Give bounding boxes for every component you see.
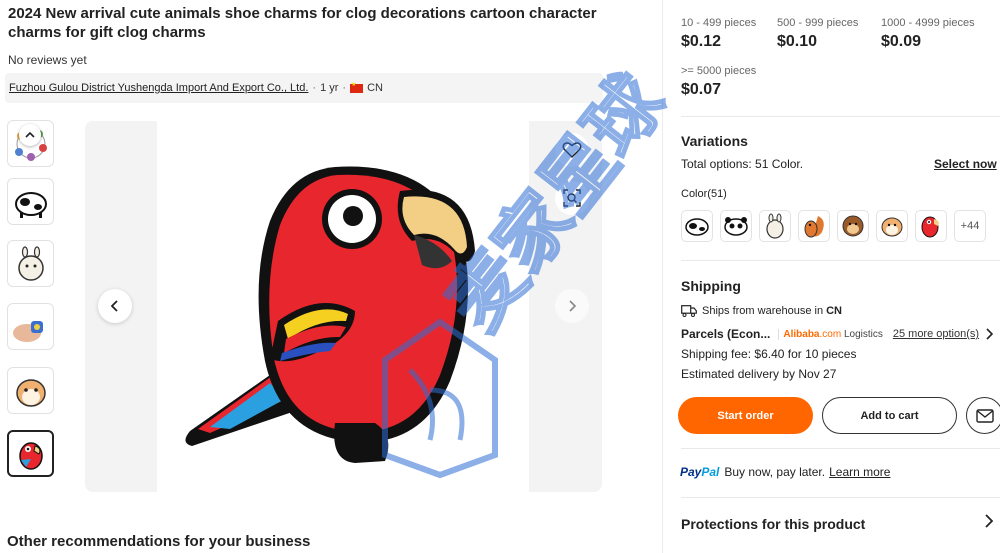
cow-charm-icon	[14, 191, 47, 218]
swatch-llama[interactable]	[759, 210, 791, 242]
separator: ·	[312, 82, 317, 94]
china-flag-icon	[350, 81, 364, 93]
truck-icon	[681, 305, 697, 317]
protections-expand-button[interactable]	[984, 514, 994, 533]
chevron-right-icon	[985, 514, 994, 528]
swatch-parrot[interactable]	[915, 210, 947, 242]
swatch-panda[interactable]	[720, 210, 752, 242]
supplier-years: 1 yr	[320, 82, 339, 94]
thumbnail-3[interactable]	[7, 240, 54, 287]
hamster-charm-icon	[15, 378, 46, 407]
parrot-charm-image	[185, 166, 475, 463]
shipping-heading: Shipping	[681, 278, 741, 294]
favorite-button[interactable]	[555, 133, 589, 167]
supplier-bar: Fuzhou Gulou District Yushengda Import A…	[5, 73, 603, 103]
chevron-up-icon	[25, 131, 35, 138]
swatch-more[interactable]: +44	[954, 210, 986, 242]
thumbnail-5[interactable]	[7, 367, 54, 414]
previous-image-button[interactable]	[98, 289, 132, 323]
thumbnail-scroll-up-button[interactable]	[19, 124, 41, 146]
recommendations-heading: Other recommendations for your business	[7, 533, 311, 550]
parrot-charm-icon	[18, 441, 43, 470]
swatch-squirrel[interactable]	[798, 210, 830, 242]
price-tier-4: >= 5000 pieces $0.07	[681, 65, 756, 99]
add-to-cart-button[interactable]: Add to cart	[822, 397, 957, 434]
swatch-cow[interactable]	[681, 210, 713, 242]
llama-charm-icon	[17, 245, 44, 281]
next-image-button[interactable]	[555, 289, 589, 323]
paypal-logo: PayPal	[680, 465, 720, 479]
ships-from-country: CN	[826, 305, 842, 317]
cow-icon	[685, 218, 709, 236]
panda-icon	[724, 217, 748, 236]
image-search-button[interactable]	[555, 181, 589, 215]
tier-price: $0.07	[681, 81, 722, 98]
hamster-icon	[881, 217, 903, 237]
tier-price: $0.12	[681, 33, 722, 50]
price-tier-1: 10 - 499 pieces $0.12	[681, 17, 756, 51]
separator: ·	[342, 82, 347, 94]
tier-quantity: 1000 - 4999 pieces	[881, 17, 975, 29]
divider	[681, 497, 1000, 498]
supplier-country: CN	[367, 82, 383, 94]
ships-from-row: Ships from warehouse in CN	[681, 305, 842, 317]
squirrel-icon	[804, 216, 824, 238]
shipping-method-row[interactable]: Parcels (Econ... Alibaba.com Logistics 2…	[681, 327, 999, 341]
tier-quantity: 500 - 999 pieces	[777, 17, 859, 29]
variations-total: Total options: 51 Color.	[681, 157, 804, 171]
variations-heading: Variations	[681, 133, 748, 149]
start-order-button[interactable]: Start order	[678, 397, 813, 434]
shipping-method-name: Parcels (Econ...	[681, 327, 771, 341]
swatch-hamster[interactable]	[876, 210, 908, 242]
estimated-delivery: Estimated delivery by Nov 27	[681, 367, 837, 381]
thumbnail-6-active[interactable]	[7, 430, 54, 477]
supplier-name-link[interactable]: Fuzhou Gulou District Yushengda Import A…	[9, 82, 308, 94]
tier-quantity: >= 5000 pieces	[681, 65, 757, 77]
shipping-fee: Shipping fee: $6.40 for 10 pieces	[681, 347, 857, 361]
column-divider	[662, 0, 663, 553]
tier-price: $0.09	[881, 33, 922, 50]
tier-price: $0.10	[777, 33, 818, 50]
ships-from-label: Ships from warehouse in	[702, 305, 824, 317]
chevron-left-icon	[110, 300, 118, 312]
thumbnail-2[interactable]	[7, 178, 54, 225]
paypal-row: PayPal Buy now, pay later. Learn more	[680, 465, 890, 479]
monkey-icon	[842, 215, 864, 237]
main-product-image[interactable]	[85, 121, 602, 492]
divider	[681, 116, 1000, 117]
heart-icon	[562, 142, 582, 159]
parrot-icon	[921, 216, 939, 238]
alibaba-logistics-logo: Alibaba.com Logistics	[778, 328, 883, 340]
chevron-right-icon	[986, 328, 994, 340]
paypal-text: Buy now, pay later.	[724, 465, 826, 479]
price-tier-3: 1000 - 4999 pieces $0.09	[881, 17, 975, 51]
hand-holding-charm-icon	[12, 320, 43, 342]
image-search-icon	[563, 189, 581, 207]
message-supplier-button[interactable]	[966, 397, 1000, 434]
swatch-monkey[interactable]	[837, 210, 869, 242]
llama-icon	[766, 213, 784, 239]
envelope-icon	[975, 408, 994, 423]
price-tier-2: 500 - 999 pieces $0.10	[777, 17, 858, 51]
chevron-right-icon	[569, 300, 577, 312]
product-title: 2024 New arrival cute animals shoe charm…	[8, 5, 597, 41]
protections-heading[interactable]: Protections for this product	[681, 516, 865, 532]
color-label: Color(51)	[681, 188, 727, 200]
thumbnail-4[interactable]	[7, 303, 54, 350]
divider	[681, 260, 1000, 261]
select-now-link[interactable]: Select now	[934, 157, 997, 171]
more-colors-count: +44	[960, 220, 980, 232]
learn-more-link[interactable]: Learn more	[829, 465, 890, 479]
more-shipping-options-link[interactable]: 25 more option(s)	[893, 328, 979, 340]
reviews-status: No reviews yet	[8, 53, 87, 67]
tier-quantity: 10 - 499 pieces	[681, 17, 757, 29]
divider	[681, 448, 1000, 449]
